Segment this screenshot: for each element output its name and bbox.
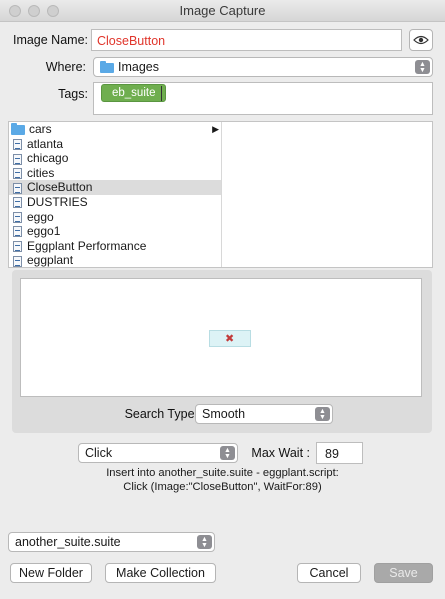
- chevron-updown-icon: ▲ ▼: [415, 60, 430, 74]
- title-bar: Image Capture: [0, 0, 445, 22]
- insert-info-line2: Click (Image:"CloseButton", WaitFor:89): [123, 481, 322, 493]
- image-name-label: Image Name:: [12, 33, 88, 47]
- preview-panel: ✖ Search Type: Smooth ▲ ▼: [12, 270, 432, 433]
- show-image-button[interactable]: [409, 29, 433, 51]
- image-browser[interactable]: cars ▶ atlanta chicago cities CloseButton…: [8, 121, 433, 268]
- image-file-icon: [13, 226, 22, 238]
- where-value: Images: [118, 60, 159, 74]
- max-wait-input[interactable]: 89: [316, 442, 363, 464]
- folder-icon: [100, 60, 114, 73]
- new-folder-button[interactable]: New Folder: [10, 563, 92, 583]
- suite-value: another_suite.suite: [15, 535, 121, 549]
- action-popup[interactable]: Click ▲ ▼: [78, 443, 238, 463]
- image-file-icon: [13, 211, 22, 223]
- search-type-popup[interactable]: Smooth ▲ ▼: [195, 404, 333, 424]
- image-file-icon: [13, 241, 22, 253]
- list-item[interactable]: DUSTRIES: [9, 195, 221, 210]
- save-button[interactable]: Save: [374, 563, 433, 583]
- image-file-icon: [13, 138, 22, 150]
- list-item[interactable]: eggo: [9, 210, 221, 225]
- image-name-input[interactable]: CloseButton: [91, 29, 402, 51]
- action-value: Click: [85, 446, 113, 460]
- list-item[interactable]: Eggplant Performance: [9, 239, 221, 254]
- folder-icon: [11, 122, 25, 135]
- chevron-updown-icon: ▲ ▼: [315, 407, 330, 421]
- search-type-value: Smooth: [202, 407, 246, 421]
- browser-column: cars ▶ atlanta chicago cities CloseButton…: [9, 122, 222, 267]
- captured-image-thumbnail: ✖: [209, 330, 251, 347]
- list-item[interactable]: cars ▶: [9, 122, 221, 137]
- suite-popup[interactable]: another_suite.suite ▲ ▼: [8, 532, 215, 552]
- eye-icon: [413, 35, 429, 45]
- make-collection-button[interactable]: Make Collection: [105, 563, 216, 583]
- chevron-updown-icon: ▲ ▼: [197, 535, 212, 549]
- list-item[interactable]: eggo1: [9, 224, 221, 239]
- image-file-icon: [13, 153, 22, 165]
- text-cursor: [161, 86, 162, 101]
- cancel-button[interactable]: Cancel: [297, 563, 361, 583]
- tags-label: Tags:: [58, 87, 88, 101]
- image-file-icon: [13, 168, 22, 180]
- chevron-updown-icon: ▲ ▼: [220, 446, 235, 460]
- insert-info-line1: Insert into another_suite.suite - eggpla…: [106, 467, 339, 479]
- tag-token[interactable]: eb_suite: [101, 84, 167, 102]
- list-item[interactable]: chicago: [9, 151, 221, 166]
- list-item-selected[interactable]: CloseButton: [9, 180, 221, 195]
- where-label: Where:: [45, 60, 86, 74]
- max-wait-label: Max Wait :: [251, 446, 310, 460]
- search-type-label: Search Type:: [124, 407, 198, 421]
- close-x-icon: ✖: [225, 333, 235, 345]
- list-item[interactable]: atlanta: [9, 137, 221, 152]
- image-file-icon: [13, 182, 22, 194]
- window-title: Image Capture: [179, 3, 266, 18]
- list-item[interactable]: eggplant: [9, 253, 221, 267]
- image-preview: ✖: [20, 278, 422, 397]
- image-file-icon: [13, 255, 22, 267]
- chevron-right-icon: ▶: [212, 124, 219, 134]
- where-popup[interactable]: Images ▲ ▼: [93, 57, 433, 77]
- image-file-icon: [13, 197, 22, 209]
- list-item[interactable]: cities: [9, 166, 221, 181]
- insert-info: Insert into another_suite.suite - eggpla…: [0, 466, 445, 494]
